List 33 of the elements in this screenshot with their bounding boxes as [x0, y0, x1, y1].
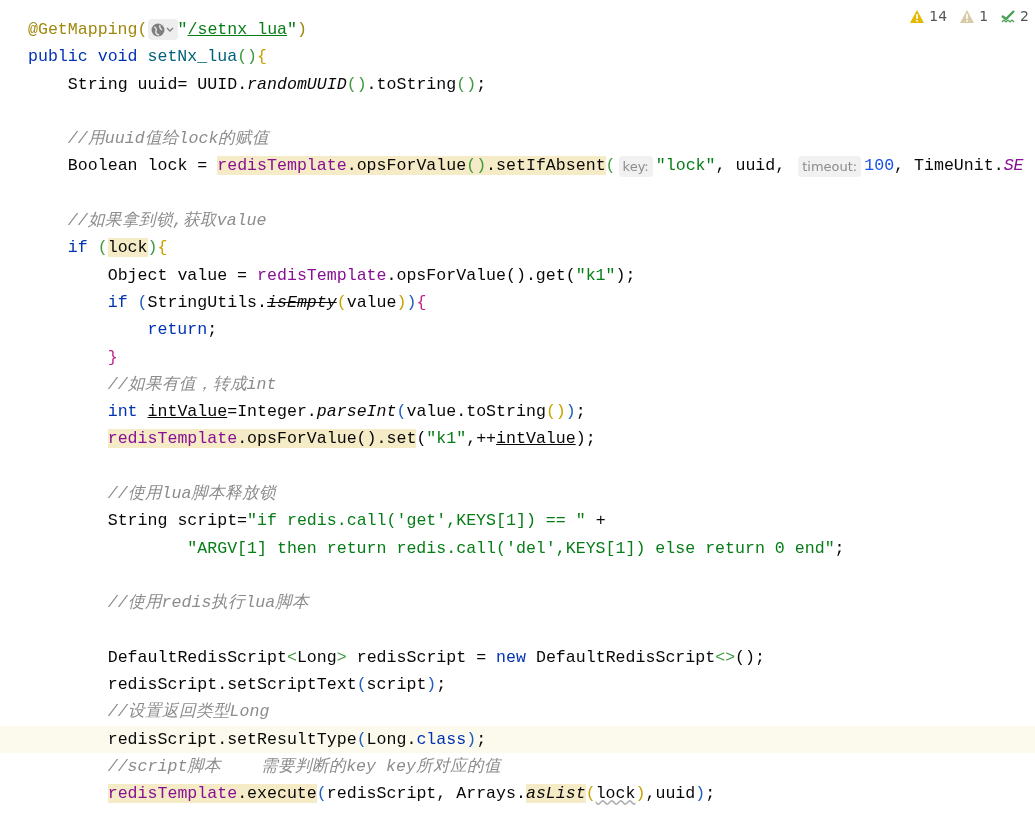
problem-count[interactable]: 2	[1020, 6, 1029, 27]
code-line: }	[106, 346, 118, 369]
code-line: redisScript.setResultType(Long.class);	[106, 728, 487, 751]
code-line: //用uuid值给lock的赋值	[66, 128, 270, 151]
inlay-hint: key:	[618, 155, 653, 177]
code-line: //使用redis执行lua脚本	[106, 592, 310, 615]
globe-icon[interactable]	[147, 19, 178, 41]
code-line: redisTemplate.opsForValue().set("k1",++intValue);	[106, 428, 596, 451]
code-text: 100, TimeUnit.SE	[864, 155, 1024, 178]
code-line: //script脚本 需要判断的key key所对应的值	[106, 756, 501, 778]
code-line: redisScript.setScriptText(script);	[106, 674, 447, 697]
code-text: Boolean lock = redisTemplate.opsForValue().setIfAbsent(	[66, 155, 616, 178]
code-line: //如果有值，转成int	[106, 373, 277, 396]
problem-count[interactable]: 1	[979, 6, 989, 27]
code-line: return;	[146, 319, 218, 342]
inlay-hint: timeout:	[798, 155, 862, 177]
code-line: redisTemplate.execute(redisScript, Arrays.asList(lock),uuid);	[106, 783, 716, 806]
code-line: String script="if redis.call('get',KEYS[1]) == " +	[106, 510, 606, 533]
problem-count[interactable]: 14	[929, 6, 948, 27]
code-line: public void setNx_lua(){	[28, 46, 267, 69]
code-line: //使用lua脚本释放锁	[106, 483, 277, 506]
code-line: DefaultRedisScript<Long> redisScript = new DefaultRedisScript<>();	[106, 646, 765, 669]
code-line: //如果拿到锁,获取value	[66, 210, 267, 233]
code-text: "/setnx_lua")	[177, 19, 307, 41]
code-line: //设置返回类型Long	[106, 701, 270, 724]
code-line: int intValue=Integer.parseInt(value.toString());	[106, 401, 586, 424]
code-line: Object value = redisTemplate.opsForValue().get("k1");	[106, 264, 636, 287]
code-line: if (StringUtils.isEmpty(value)){	[106, 291, 427, 314]
code-text: "lock", uuid,	[655, 155, 787, 178]
code-line: "ARGV[1] then return redis.call('del',KEYS[1]) else return 0 end";	[186, 537, 845, 560]
code-line: String uuid= UUID.randomUUID().toString();	[66, 73, 487, 96]
code-text: @GetMapping(	[28, 19, 148, 41]
code-line: if (lock){	[66, 237, 168, 260]
